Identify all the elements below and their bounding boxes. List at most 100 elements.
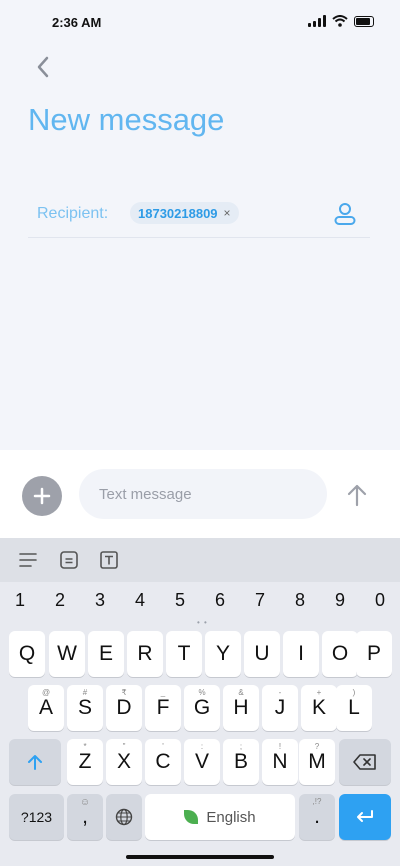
send-button[interactable] [340,478,374,512]
status-icons [308,15,374,27]
key-label: H [233,696,249,719]
key-c[interactable]: ' C [145,739,181,785]
key-s[interactable]: # S [67,685,103,731]
recipient-chip-number: 18730218809 [138,205,218,221]
key-label: . [314,805,320,828]
space-label: English [184,808,256,826]
leaf-icon [184,810,199,824]
key-hint: * [83,742,87,751]
recipient-chip[interactable]: 18730218809 × [130,202,239,224]
message-input[interactable] [79,469,327,519]
key-n[interactable]: ! N [262,739,298,785]
battery-icon [354,15,374,27]
key-p[interactable]: P [356,631,392,677]
keyboard-toolbar [0,538,400,582]
key-7[interactable]: 7 [240,590,280,618]
key-l[interactable]: ) L [336,685,372,731]
key-q[interactable]: Q [9,631,45,677]
key-a[interactable]: @ A [28,685,64,731]
key-label: X [116,750,131,773]
key-hint: + [316,688,322,697]
menu-lines-icon[interactable] [17,549,39,571]
status-bar: 2:36 AM [0,0,400,44]
symbols-key[interactable]: ?123 [9,794,64,840]
key-b[interactable]: ; B [223,739,259,785]
arrow-up-icon [347,484,367,507]
key-label: L [348,696,360,719]
text-format-icon[interactable] [98,549,120,571]
key-hint: & [238,688,244,697]
key-x[interactable]: " X [106,739,142,785]
clipboard-icon[interactable] [58,549,80,571]
plus-icon [33,487,51,505]
key-r[interactable]: R [127,631,163,677]
key-u[interactable]: U [244,631,280,677]
key-y[interactable]: Y [205,631,241,677]
page-dots: • • [197,618,208,627]
key-i[interactable]: I [283,631,319,677]
key-hint: ) [352,688,356,697]
contacts-icon[interactable] [332,201,358,227]
key-5[interactable]: 5 [160,590,200,618]
key-hint: _ [160,688,166,697]
key-f[interactable]: _ F [145,685,181,731]
key-4[interactable]: 4 [120,590,160,618]
keyboard: 1 2 3 4 5 6 7 8 9 0 • • Q W E R T Y U I … [0,538,400,866]
key-g[interactable]: % G [184,685,220,731]
backspace-key[interactable] [339,739,391,785]
key-label: , [82,805,88,828]
chip-remove-icon[interactable]: × [224,206,231,220]
key-label: B [233,750,248,773]
backspace-icon [353,754,376,770]
key-label: N [272,750,288,773]
space-key[interactable]: English [145,794,295,840]
back-button[interactable] [28,52,58,82]
key-label: F [156,696,170,719]
key-j[interactable]: -J [262,685,298,731]
key-label: D [116,696,132,719]
key-t[interactable]: T [166,631,202,677]
key-hint: ! [278,742,282,751]
chevron-left-icon [37,56,49,78]
period-key[interactable]: ,!? . [299,794,335,840]
key-hint: @ [41,688,51,697]
key-hint: # [82,688,88,697]
shift-key[interactable] [9,739,61,785]
home-indicator[interactable] [126,855,274,859]
add-attachment-button[interactable] [22,476,62,516]
key-hint: ,!? [312,797,322,806]
key-e[interactable]: E [88,631,124,677]
key-z[interactable]: * Z [67,739,103,785]
key-9[interactable]: 9 [320,590,360,618]
key-0[interactable]: 0 [360,590,400,618]
key-w[interactable]: W [49,631,85,677]
key-hint: ₹ [121,688,127,697]
recipient-label: Recipient: [37,205,109,222]
key-3[interactable]: 3 [80,590,120,618]
shift-arrow-icon [28,755,42,770]
page-title: New message [28,102,225,137]
key-8[interactable]: 8 [280,590,320,618]
key-m[interactable]: ? M [299,739,335,785]
key-o[interactable]: O [322,631,358,677]
signal-icon [308,15,326,27]
key-2[interactable]: 2 [40,590,80,618]
key-k[interactable]: + K [301,685,337,731]
key-label: V [194,750,209,773]
space-language: English [206,808,256,826]
globe-icon [115,808,133,826]
key-6[interactable]: 6 [200,590,240,618]
enter-key[interactable] [339,794,391,840]
key-h[interactable]: & H [223,685,259,731]
key-label: K [311,696,326,719]
key-label: A [38,696,53,719]
recipient-row[interactable]: Recipient: 18730218809 × [28,196,370,238]
language-key[interactable] [106,794,142,840]
key-d[interactable]: ₹ D [106,685,142,731]
wifi-icon [332,15,348,27]
comma-key[interactable]: ☺ , [67,794,103,840]
key-v[interactable]: :V [184,739,220,785]
key-hint: ' [162,742,164,751]
key-label: G [193,696,211,719]
key-1[interactable]: 1 [0,590,40,618]
